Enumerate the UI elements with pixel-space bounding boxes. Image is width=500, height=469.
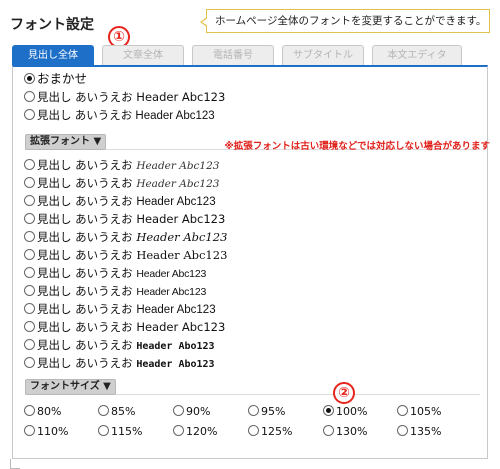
- radio-icon[interactable]: [24, 357, 35, 368]
- radio-icon[interactable]: [24, 109, 35, 120]
- radio-icon[interactable]: [24, 231, 35, 242]
- size-option-100[interactable]: 100%: [323, 404, 367, 420]
- size-option-120[interactable]: 120%: [173, 424, 217, 440]
- extended-option-10[interactable]: 見出し あいうえお Header Abc123: [24, 319, 225, 335]
- extended-font-warning: ※拡張フォントは古い環境などでは対応しない場合があります: [224, 141, 490, 152]
- radio-icon[interactable]: [24, 321, 35, 332]
- extended-option-4[interactable]: 見出し あいうえお Header Abc123: [24, 211, 225, 227]
- radio-icon[interactable]: [24, 285, 35, 296]
- font-size-section-header: フォントサイズ ▼: [25, 378, 480, 395]
- radio-icon[interactable]: [24, 213, 35, 224]
- option-basic-1[interactable]: 見出し あいうえお Header Abc123: [24, 89, 225, 105]
- tab-text-all[interactable]: 文章全体: [102, 45, 184, 65]
- radio-icon[interactable]: [24, 405, 35, 416]
- size-option-80[interactable]: 80%: [24, 404, 61, 420]
- page-title: フォント設定: [10, 17, 94, 33]
- radio-icon[interactable]: [323, 425, 334, 436]
- radio-icon[interactable]: [248, 425, 259, 436]
- font-size-toggle[interactable]: フォントサイズ ▼: [25, 379, 116, 395]
- size-option-130[interactable]: 130%: [323, 424, 367, 440]
- radio-selected-icon[interactable]: [323, 405, 334, 416]
- radio-icon[interactable]: [24, 91, 35, 102]
- annotation-marker-2: ②: [333, 382, 355, 404]
- radio-icon[interactable]: [173, 425, 184, 436]
- size-option-95[interactable]: 95%: [248, 404, 285, 420]
- tab-subtitle[interactable]: サブタイトル: [282, 45, 364, 65]
- radio-icon[interactable]: [24, 339, 35, 350]
- panel-corner-decoration: [10, 459, 20, 469]
- extended-option-11[interactable]: 見出し あいうえお Header Abo123: [24, 337, 215, 353]
- extended-option-9[interactable]: 見出し あいうえお Header Abc123: [24, 301, 216, 317]
- tab-bar: 見出し全体 文章全体 電話番号 サブタイトル 本文エディタ: [12, 45, 488, 65]
- radio-icon[interactable]: [248, 405, 259, 416]
- radio-icon[interactable]: [24, 177, 35, 188]
- size-option-105[interactable]: 105%: [397, 404, 441, 420]
- radio-icon[interactable]: [24, 303, 35, 314]
- radio-icon[interactable]: [397, 425, 408, 436]
- extended-option-8[interactable]: 見出し あいうえお Header Abc123: [24, 283, 206, 299]
- radio-icon[interactable]: [397, 405, 408, 416]
- radio-selected-icon[interactable]: [24, 73, 35, 84]
- radio-icon[interactable]: [98, 405, 109, 416]
- extended-option-1[interactable]: 見出し あいうえお Header Abc123: [24, 157, 219, 173]
- radio-icon[interactable]: [24, 159, 35, 170]
- option-basic-2[interactable]: 見出し あいうえお Header Abc123: [24, 107, 215, 123]
- size-option-125[interactable]: 125%: [248, 424, 292, 440]
- tab-phone-number[interactable]: 電話番号: [192, 45, 274, 65]
- extended-option-2[interactable]: 見出し あいうえお Header Abc123: [24, 175, 219, 191]
- tab-body-editor[interactable]: 本文エディタ: [372, 45, 462, 65]
- radio-icon[interactable]: [24, 267, 35, 278]
- extended-option-3[interactable]: 見出し あいうえお Header Abc123: [24, 193, 216, 209]
- radio-icon[interactable]: [24, 425, 35, 436]
- extended-font-toggle[interactable]: 拡張フォント ▼: [25, 134, 107, 150]
- tab-heading-all[interactable]: 見出し全体: [12, 45, 94, 65]
- radio-icon[interactable]: [173, 405, 184, 416]
- option-omakase[interactable]: おまかせ: [24, 71, 87, 87]
- size-option-85[interactable]: 85%: [98, 404, 135, 420]
- extended-option-6[interactable]: 見出し あいうえお Header Abc123: [24, 247, 227, 263]
- size-option-135[interactable]: 135%: [397, 424, 441, 440]
- radio-icon[interactable]: [98, 425, 109, 436]
- size-option-90[interactable]: 90%: [173, 404, 210, 420]
- radio-icon[interactable]: [24, 195, 35, 206]
- info-tooltip: ホームページ全体のフォントを変更することができます。: [200, 9, 490, 33]
- size-option-115[interactable]: 115%: [98, 424, 142, 440]
- extended-option-5[interactable]: 見出し あいうえお Header Abc123: [24, 229, 227, 245]
- radio-icon[interactable]: [24, 249, 35, 260]
- extended-option-12[interactable]: 見出し あいうえお Header Abo123: [24, 355, 215, 371]
- extended-option-7[interactable]: 見出し あいうえお Header Abc123: [24, 265, 206, 281]
- size-option-110[interactable]: 110%: [24, 424, 68, 440]
